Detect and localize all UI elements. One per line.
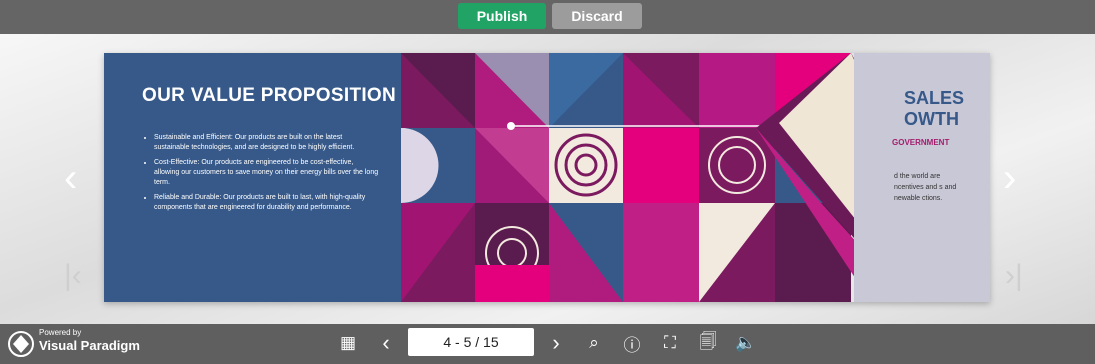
right-page-title: SALES OWTH: [904, 88, 965, 129]
right-page-text: d the world are ncentives and s and newa…: [894, 173, 957, 202]
language-icon[interactable]: 🗐: [697, 332, 719, 354]
top-bar: Publish Discard: [0, 0, 1095, 34]
visual-paradigm-logo-icon: [8, 331, 34, 357]
flipbook-spread: OUR VALUE PROPOSITION Sustainable and Ef…: [104, 53, 990, 302]
prev-page-arrow-icon[interactable]: ‹: [64, 158, 77, 198]
fullscreen-icon[interactable]: ⛶: [659, 332, 681, 354]
next-page-icon[interactable]: ›: [545, 330, 567, 355]
last-page-icon[interactable]: ›|: [1005, 256, 1023, 296]
next-page-arrow-icon[interactable]: ›: [1003, 158, 1016, 198]
brand-logo: Powered by Visual Paradigm: [7, 326, 147, 360]
publish-button[interactable]: Publish: [458, 3, 546, 29]
brand-powered-text: Powered by: [39, 328, 82, 337]
brand-name: Visual Paradigm: [39, 338, 140, 353]
value-list: Sustainable and Efficient: Our products …: [144, 133, 379, 218]
info-icon[interactable]: ⓘ: [621, 332, 643, 355]
zoom-in-icon[interactable]: ⌕: [583, 332, 605, 354]
first-page-icon[interactable]: |‹: [64, 256, 82, 296]
viewer-toolbar: Powered by Visual Paradigm ▦ ‹ 4 - 5 / 1…: [0, 324, 1095, 364]
previous-page-icon[interactable]: ‹: [375, 330, 397, 355]
list-item: Sustainable and Efficient: Our products …: [154, 133, 379, 153]
discard-button[interactable]: Discard: [552, 3, 642, 29]
list-item: Reliable and Durable: Our products are b…: [154, 193, 379, 213]
page-title: OUR VALUE PROPOSITION: [142, 85, 397, 106]
list-item: Cost-Effective: Our products are enginee…: [154, 158, 379, 188]
left-page: OUR VALUE PROPOSITION Sustainable and Ef…: [104, 53, 401, 302]
thumbnails-grid-icon[interactable]: ▦: [337, 332, 359, 354]
right-page-subtitle: GOVERNMENT: [892, 138, 950, 147]
page-indicator[interactable]: 4 - 5 / 15: [408, 328, 534, 356]
sound-icon[interactable]: 🔈: [735, 332, 757, 354]
